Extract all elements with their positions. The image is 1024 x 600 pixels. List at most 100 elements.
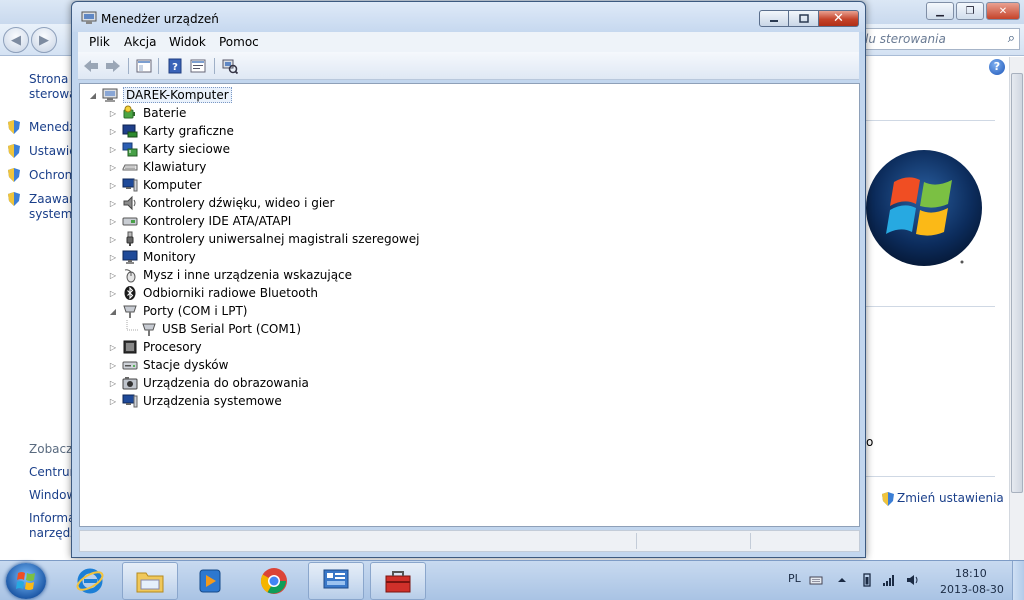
help-book-icon[interactable]: ?	[166, 58, 184, 74]
expand-arrow-icon[interactable]: ▷	[108, 109, 118, 118]
search-icon[interactable]: ⌕	[1008, 31, 1015, 46]
collapse-arrow-icon[interactable]: ◢	[88, 91, 98, 100]
control-panel-home-link-2[interactable]: sterowa	[29, 87, 71, 101]
port-icon	[141, 321, 157, 337]
taskbar-explorer[interactable]	[122, 562, 178, 600]
tree-item-processors[interactable]: ▷ Procesory	[108, 338, 202, 356]
expand-arrow-icon[interactable]: ▷	[108, 127, 118, 136]
bg-restore-button[interactable]: ❐	[956, 2, 984, 20]
see-also-link[interactable]: Window	[29, 488, 71, 502]
chevron-up-icon[interactable]	[835, 573, 849, 587]
sidebar-link-advanced[interactable]: Zaawan	[29, 192, 71, 206]
network-adapter-icon	[122, 141, 138, 157]
forward-button[interactable]: ▶	[31, 27, 57, 53]
taskbar-control-panel[interactable]	[308, 562, 364, 600]
bg-close-button[interactable]: ✕	[986, 2, 1020, 20]
language-indicator[interactable]: PL	[788, 572, 801, 585]
tree-item-computer[interactable]: ▷ Komputer	[108, 176, 202, 194]
expand-arrow-icon[interactable]: ▷	[108, 343, 118, 352]
tree-item-keyboards[interactable]: ▷ Klawiatury	[108, 158, 206, 176]
control-panel-home-link[interactable]: Strona g	[29, 72, 71, 86]
tree-item-network-adapters[interactable]: ▷ Karty sieciowe	[108, 140, 230, 158]
tree-item-system-devices[interactable]: ▷ Urządzenia systemowe	[108, 392, 282, 410]
sidebar-link-protection[interactable]: Ochrona	[29, 168, 71, 182]
device-manager-titlebar[interactable]: Menedżer urządzeń ✕	[72, 2, 865, 32]
taskbar-chrome[interactable]	[246, 562, 302, 600]
start-button[interactable]	[6, 563, 46, 599]
toolbar-separator	[128, 58, 129, 74]
tree-item-batteries[interactable]: ▷ Baterie	[108, 104, 186, 122]
taskbar-device-manager-toolbox[interactable]	[370, 562, 426, 600]
tree-item-ide-controllers[interactable]: ▷ Kontrolery IDE ATA/ATAPI	[108, 212, 291, 230]
expand-arrow-icon[interactable]: ▷	[108, 217, 118, 226]
toolbox-icon	[385, 571, 411, 593]
menu-view[interactable]: Widok	[169, 35, 206, 49]
sidebar-link-advanced-2[interactable]: systemu	[29, 207, 71, 221]
close-button[interactable]: ✕	[819, 10, 859, 27]
expand-arrow-icon[interactable]: ▷	[108, 235, 118, 244]
tree-item-ports[interactable]: ◢ Porty (COM i LPT)	[108, 302, 247, 320]
taskbar-internet-explorer[interactable]	[62, 562, 118, 600]
expand-arrow-icon[interactable]: ▷	[108, 397, 118, 406]
tree-item-label: Procesory	[143, 340, 202, 354]
tree-item-imaging-devices[interactable]: ▷ Urządzenia do obrazowania	[108, 374, 309, 392]
device-manager-icon	[81, 11, 97, 24]
clock-date[interactable]: 2013-08-30	[940, 583, 1004, 596]
sidebar-link-device-manager[interactable]: Menedż	[29, 120, 71, 134]
battery-icon[interactable]	[860, 573, 874, 587]
menu-file[interactable]: Plik	[89, 35, 110, 49]
expand-arrow-icon[interactable]: ▷	[108, 199, 118, 208]
see-also-link[interactable]: Informa	[29, 511, 71, 525]
back-button[interactable]: ◀	[3, 27, 29, 53]
tree-item-sound-controllers[interactable]: ▷ Kontrolery dźwięku, wideo i gier	[108, 194, 334, 212]
tree-child-usb-serial-port[interactable]: USB Serial Port (COM1)	[124, 320, 301, 338]
tree-item-label: Komputer	[143, 178, 202, 192]
tree-item-monitors[interactable]: ▷ Monitory	[108, 248, 196, 266]
see-also-link[interactable]: Centrun	[29, 465, 71, 479]
scan-hardware-icon[interactable]	[221, 58, 239, 74]
clock-time[interactable]: 18:10	[955, 567, 987, 580]
camera-icon	[122, 375, 138, 391]
expand-arrow-icon[interactable]: ▷	[108, 163, 118, 172]
expand-arrow-icon[interactable]: ▷	[108, 271, 118, 280]
tree-item-label: Klawiatury	[143, 160, 207, 174]
taskbar-media-player[interactable]	[182, 562, 238, 600]
control-panel-scrollbar[interactable]	[1009, 57, 1024, 560]
expand-arrow-icon[interactable]: ▷	[108, 253, 118, 262]
expand-arrow-icon[interactable]: ▷	[108, 289, 118, 298]
tree-item-mice[interactable]: ▷ Mysz i inne urządzenia wskazujące	[108, 266, 352, 284]
keyboard-icon	[122, 159, 138, 175]
sidebar-link-settings[interactable]: Ustawie	[29, 144, 71, 158]
scrollbar-thumb[interactable]	[1011, 73, 1023, 493]
minimize-button[interactable]	[759, 10, 789, 27]
tree-root[interactable]: ◢ DAREK-Komputer	[88, 86, 232, 104]
tree-item-disk-drives[interactable]: ▷ Stacje dysków	[108, 356, 229, 374]
tree-item-display-adapters[interactable]: ▷ Karty graficzne	[108, 122, 234, 140]
change-settings-link[interactable]: Zmień ustawienia	[897, 491, 1004, 505]
tree-item-label: Monitory	[143, 250, 196, 264]
expand-arrow-icon[interactable]: ▷	[108, 361, 118, 370]
help-icon[interactable]: ?	[989, 59, 1005, 75]
forward-arrow-icon[interactable]	[104, 58, 122, 74]
collapse-arrow-icon[interactable]: ◢	[108, 307, 118, 316]
tree-item-usb-controllers[interactable]: ▷ Kontrolery uniwersalnej magistrali sze…	[108, 230, 419, 248]
search-input[interactable]: lu sterowania ⌕	[862, 28, 1020, 50]
folder-icon	[136, 572, 164, 593]
maximize-button[interactable]	[789, 10, 819, 27]
volume-icon[interactable]	[906, 573, 920, 587]
expand-arrow-icon[interactable]: ▷	[108, 181, 118, 190]
menu-help[interactable]: Pomoc	[219, 35, 259, 49]
show-desktop-button[interactable]	[1012, 561, 1024, 600]
expand-arrow-icon[interactable]: ▷	[108, 379, 118, 388]
network-signal-icon[interactable]	[882, 573, 896, 587]
expand-arrow-icon[interactable]: ▷	[108, 145, 118, 154]
menu-action[interactable]: Akcja	[124, 35, 156, 49]
show-hide-console-tree-icon[interactable]	[135, 58, 153, 74]
tree-item-bluetooth[interactable]: ▷ Odbiorniki radiowe Bluetooth	[108, 284, 318, 302]
mouse-icon	[122, 267, 138, 283]
see-also-link[interactable]: narzędzi	[29, 526, 71, 540]
keyboard-icon[interactable]	[809, 573, 823, 587]
bg-minimize-button[interactable]: ▁	[926, 2, 954, 20]
back-arrow-icon[interactable]	[82, 58, 100, 74]
properties-icon[interactable]	[189, 58, 207, 74]
